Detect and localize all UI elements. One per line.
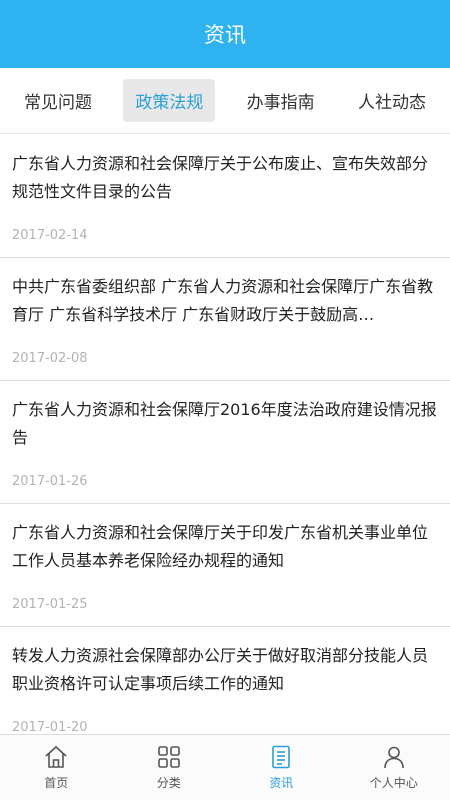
article-date: 2017-01-26 — [12, 474, 88, 489]
tab-label: 政策法规 — [135, 93, 204, 113]
article-item[interactable]: 转发人力资源社会保障部办公厅关于做好取消部分技能人员职业资格许可认定事项后续工作… — [0, 627, 450, 735]
article-title: 广东省人力资源和社会保障厅关于印发广东省机关事业单位工作人员基本养老保险经办规程… — [12, 523, 429, 570]
nav-label: 分类 — [156, 776, 181, 790]
tab-faq[interactable]: 常见问题 — [12, 79, 104, 122]
article-title: 中共广东省委组织部 广东省人力资源和社会保障厅广东省教育厅 广东省科学技术厅 广… — [12, 277, 434, 324]
nav-label: 个人中心 — [369, 776, 418, 790]
tab-guides[interactable]: 办事指南 — [235, 79, 327, 122]
nav-news[interactable]: 资讯 — [225, 735, 338, 800]
tab-label: 常见问题 — [24, 93, 92, 113]
page-title: 资讯 — [204, 23, 246, 47]
tab-policies[interactable]: 政策法规 — [123, 79, 216, 122]
tab-label: 办事指南 — [246, 93, 315, 113]
article-date: 2017-02-14 — [12, 228, 88, 243]
article-title: 广东省人力资源和社会保障厅2016年度法治政府建设情况报告 — [12, 400, 437, 447]
nav-label: 首页 — [44, 776, 69, 790]
article-date: 2017-02-08 — [12, 351, 88, 366]
article-title: 广东省人力资源和社会保障厅关于公布废止、宣布失效部分规范性文件目录的公告 — [12, 154, 429, 201]
home-icon — [45, 745, 67, 768]
bottom-navigation: 首页 分类 资讯 个人中心 — [0, 734, 450, 800]
user-icon — [383, 746, 404, 769]
page-header: 资讯 — [0, 0, 450, 68]
article-date: 2017-01-25 — [12, 597, 88, 612]
article-list[interactable]: 广东省人力资源和社会保障厅关于公布废止、宣布失效部分规范性文件目录的公告 201… — [0, 135, 450, 735]
nav-home[interactable]: 首页 — [0, 735, 113, 800]
article-item[interactable]: 广东省人力资源和社会保障厅关于印发广东省机关事业单位工作人员基本养老保险经办规程… — [0, 504, 450, 627]
article-title: 转发人力资源社会保障部办公厅关于做好取消部分技能人员职业资格许可认定事项后续工作… — [12, 646, 429, 693]
nav-profile[interactable]: 个人中心 — [338, 735, 450, 800]
nav-category[interactable]: 分类 — [113, 735, 226, 800]
article-item[interactable]: 中共广东省委组织部 广东省人力资源和社会保障厅广东省教育厅 广东省科学技术厅 广… — [0, 258, 450, 381]
document-icon — [272, 745, 291, 769]
grid-icon — [157, 746, 180, 768]
article-item[interactable]: 广东省人力资源和社会保障厅2016年度法治政府建设情况报告 2017-01-26 — [0, 381, 450, 504]
category-tabs: 常见问题 政策法规 办事指南 人社动态 — [0, 68, 450, 134]
article-date: 2017-01-20 — [12, 720, 88, 735]
article-item[interactable]: 广东省人力资源和社会保障厅关于公布废止、宣布失效部分规范性文件目录的公告 201… — [0, 135, 450, 258]
tab-news[interactable]: 人社动态 — [346, 79, 438, 122]
app-root: 资讯 常见问题 政策法规 办事指南 人社动态 广东省人力资源和社会保障厅关于公布… — [0, 0, 450, 800]
tab-label: 人社动态 — [357, 93, 426, 113]
nav-label: 资讯 — [269, 776, 294, 790]
